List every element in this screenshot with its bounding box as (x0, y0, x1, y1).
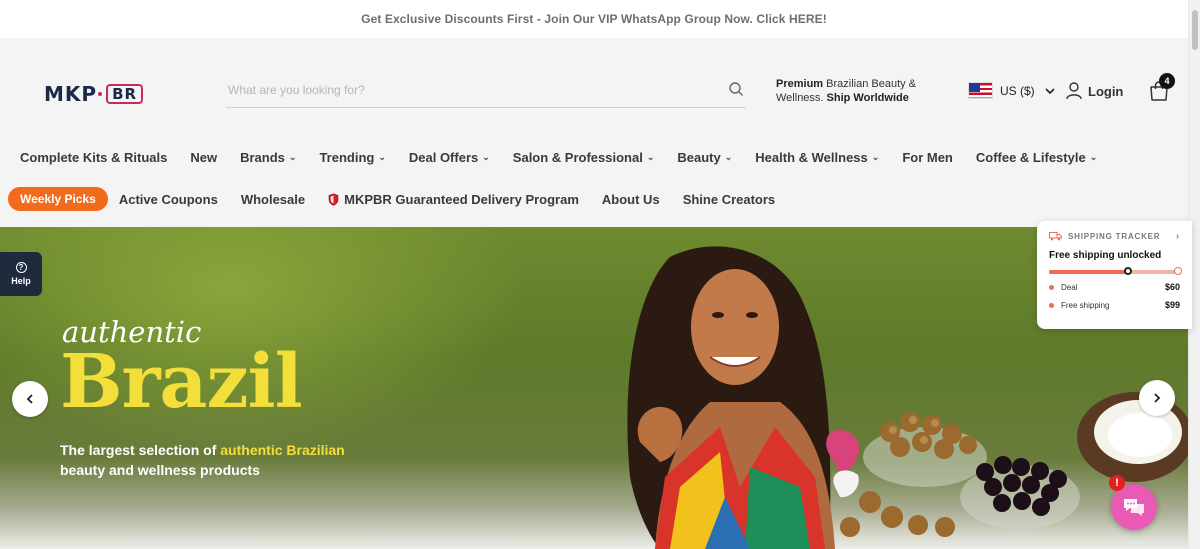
promo-bold-premium: Premium (776, 78, 824, 90)
nav-item-label: Trending (319, 150, 375, 165)
chevron-down-icon: ⌄ (1089, 152, 1098, 162)
search-input[interactable] (226, 82, 706, 97)
search-bar (226, 72, 746, 108)
tracker-row-deal: Deal $60 (1049, 282, 1180, 292)
tracker-row-amount: $60 (1164, 282, 1180, 292)
tracker-progress-end (1174, 267, 1182, 275)
nav-item-coffee-lifestyle[interactable]: Coffee & Lifestyle ⌄ (976, 150, 1097, 165)
chevron-right-icon (1154, 393, 1161, 403)
login-link[interactable]: Login (1066, 82, 1123, 100)
chevron-down-icon (1045, 87, 1055, 94)
carousel-next-button[interactable] (1139, 380, 1175, 416)
tracker-row-free-shipping: Free shipping $99 (1049, 300, 1180, 310)
login-label: Login (1088, 83, 1124, 99)
nav-item-complete-kits-rituals[interactable]: Complete Kits & Rituals (20, 150, 167, 165)
hero-subtitle-pre: The largest selection of (60, 442, 221, 458)
hero-banner[interactable]: authentic Brazil The largest selection o… (0, 227, 1188, 549)
nav-item-label: Brands (240, 150, 285, 165)
hero-headline: Brazil (60, 339, 303, 425)
nav-item-label: For Men (902, 150, 953, 165)
nav-guaranteed-delivery-label: MKPBR Guaranteed Delivery Program (344, 191, 579, 207)
nav-item-health-wellness[interactable]: Health & Wellness ⌄ (755, 150, 879, 165)
announcement-bar[interactable]: Get Exclusive Discounts First - Join Our… (0, 0, 1188, 38)
cart-count-badge: 4 (1159, 73, 1175, 89)
hero-subtitle: The largest selection of authentic Brazi… (60, 440, 380, 480)
tracker-header: SHIPPING TRACKER › (1049, 231, 1180, 242)
tracker-status: Free shipping unlocked (1049, 250, 1162, 261)
nav-item-deal-offers[interactable]: Deal Offers ⌄ (409, 150, 490, 165)
user-icon (1066, 82, 1082, 100)
tracker-progress-bar (1049, 267, 1182, 275)
site-logo[interactable]: MKP BR (44, 82, 144, 106)
chevron-down-icon: ⌄ (288, 152, 297, 162)
nav-item-label: Salon & Professional (512, 150, 643, 165)
nav-item-label: Health & Wellness (755, 150, 868, 165)
tracker-row-label: Deal (1061, 282, 1078, 292)
hero-subtitle-highlight: authentic Brazilian (220, 442, 345, 458)
nav-about-us[interactable]: About Us (602, 192, 660, 207)
nav-shine-creators[interactable]: Shine Creators (683, 192, 775, 207)
tracker-bullet (1049, 284, 1054, 290)
page: Get Exclusive Discounts First - Join Our… (0, 0, 1200, 549)
help-widget-button[interactable]: ? Help (0, 252, 42, 296)
chevron-right-icon[interactable]: › (1176, 231, 1180, 242)
tracker-progress-marker (1123, 267, 1132, 275)
chat-notification-badge: ! (1109, 475, 1125, 491)
help-label: Help (11, 276, 31, 286)
chat-widget-button[interactable]: ! (1109, 475, 1157, 530)
nav-active-coupons[interactable]: Active Coupons (119, 192, 218, 207)
nav-item-trending[interactable]: Trending ⌄ (319, 150, 385, 165)
tracker-progress-fill (1049, 270, 1128, 274)
nav-item-new[interactable]: New (190, 150, 217, 165)
nav-item-beauty[interactable]: Beauty ⌄ (677, 150, 732, 165)
nav-item-label: Deal Offers (408, 150, 479, 165)
promo-tagline: Premium Brazilian Beauty & Wellness. Shi… (776, 77, 926, 105)
tracker-title: SHIPPING TRACKER (1068, 232, 1161, 241)
tracker-row-amount: $99 (1164, 300, 1180, 310)
hero-subtitle-post: beauty and wellness products (60, 462, 260, 478)
nav-item-for-men[interactable]: For Men (902, 150, 953, 165)
scrollbar-thumb[interactable] (1192, 10, 1198, 50)
secondary-nav: Weekly Picks Active Coupons Wholesale MK… (8, 187, 798, 211)
logo-suffix: BR (106, 84, 144, 104)
tracker-bullet (1049, 302, 1054, 308)
chevron-down-icon: ⌄ (378, 152, 386, 162)
currency-selector[interactable]: US ($) (968, 82, 1055, 99)
chevron-down-icon: ⌄ (646, 152, 655, 162)
currency-label: US ($) (1000, 83, 1035, 98)
primary-nav: Complete Kits & Rituals New Brands ⌄ Trendin… (20, 150, 1120, 165)
carousel-prev-button[interactable] (12, 381, 48, 417)
nav-item-label: Coffee & Lifestyle (975, 150, 1086, 165)
help-question-icon: ? (15, 262, 27, 273)
shipping-tracker[interactable]: SHIPPING TRACKER › Free shipping unlocke… (1037, 221, 1192, 329)
cart-button[interactable]: 4 (1148, 73, 1175, 102)
chevron-down-icon: ⌄ (724, 152, 733, 162)
search-icon[interactable] (728, 81, 744, 97)
weekly-picks-button[interactable]: Weekly Picks (8, 187, 108, 211)
chevron-left-icon (26, 394, 33, 404)
nav-wholesale[interactable]: Wholesale (241, 192, 305, 207)
chevron-down-icon: ⌄ (871, 152, 880, 162)
chat-bubbles-icon (1124, 499, 1144, 516)
nav-item-salon-professional[interactable]: Salon & Professional ⌄ (513, 150, 655, 165)
nav-guaranteed-delivery[interactable]: MKPBR Guaranteed Delivery Program (328, 192, 579, 207)
nav-item-label: Complete Kits & Rituals (20, 150, 168, 165)
nav-item-label: New (190, 150, 218, 165)
chevron-down-icon: ⌄ (482, 152, 490, 162)
logo-main-text: MKP (44, 82, 98, 106)
shield-icon (328, 192, 339, 206)
tracker-row-label: Free shipping (1061, 300, 1110, 310)
logo-dot (98, 92, 103, 96)
promo-bold-ship: Ship Worldwide (823, 92, 909, 104)
truck-icon (1049, 232, 1062, 241)
announcement-text[interactable]: Get Exclusive Discounts First - Join Our… (361, 12, 827, 26)
nav-item-brands[interactable]: Brands ⌄ (240, 150, 296, 165)
us-flag-icon (968, 82, 993, 99)
nav-item-label: Beauty (677, 150, 721, 165)
